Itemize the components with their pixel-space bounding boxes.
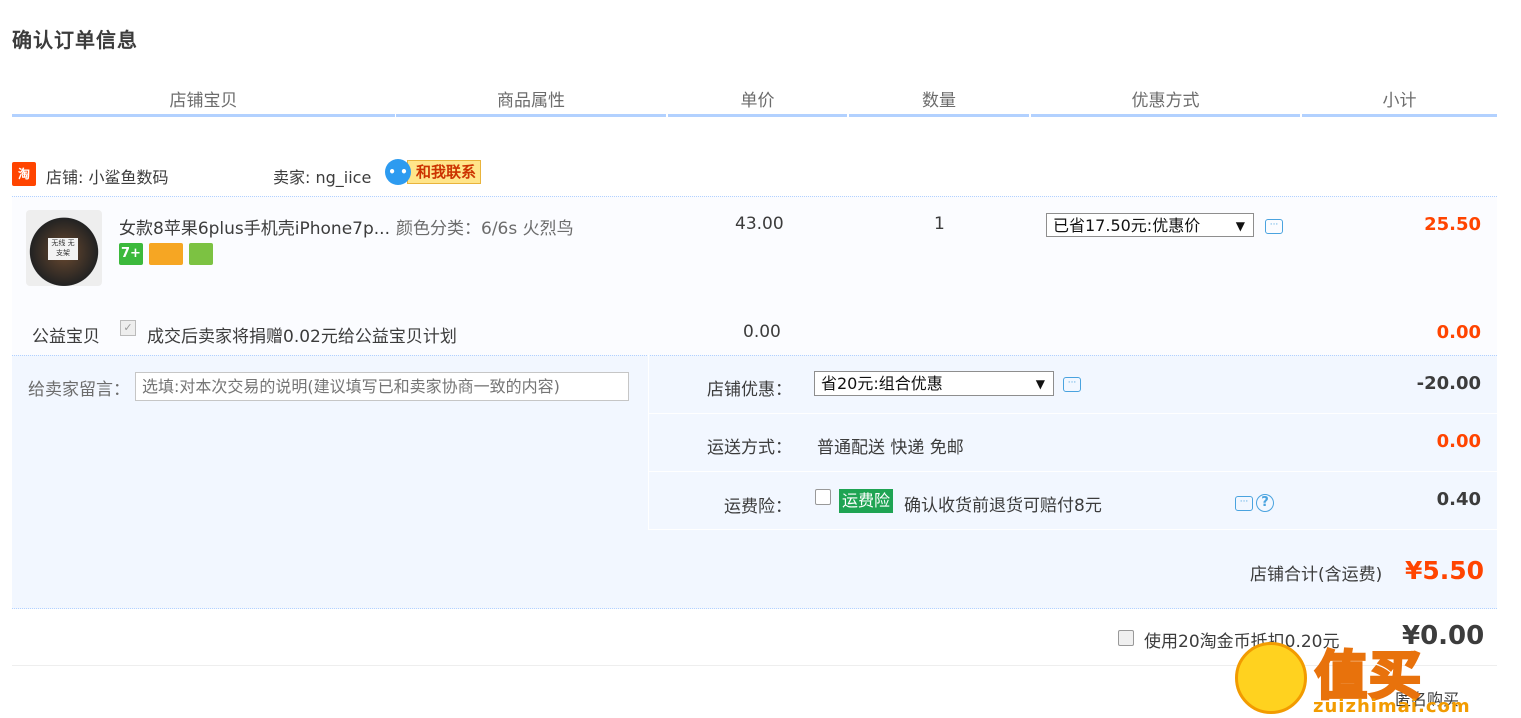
comment-icon[interactable]: ··· — [1265, 219, 1283, 234]
shop-total-value: ¥5.50 — [1405, 556, 1485, 585]
col-header-unit-price: 单价 — [740, 91, 775, 111]
charity-price: 0.00 — [743, 322, 781, 342]
item-promotion-select[interactable]: 已省17.50元:优惠价 ▼ — [1046, 213, 1254, 237]
col-divider — [668, 114, 847, 117]
product-image[interactable]: 无线 无支架 — [26, 210, 102, 286]
mascot-icon — [1235, 642, 1307, 714]
col-divider — [12, 114, 395, 117]
dropdown-arrow-icon: ▼ — [1235, 219, 1245, 233]
consumer-protection-icon[interactable] — [189, 243, 213, 265]
quantity: 1 — [934, 214, 945, 234]
insurance-tag: 运费险 — [839, 489, 894, 513]
col-header-attributes: 商品属性 — [497, 91, 565, 111]
seven-day-return-icon[interactable]: 7+ — [119, 243, 143, 265]
shipping-method: 普通配送 快递 免邮 — [817, 438, 964, 458]
contact-seller-button[interactable]: • • 和我联系 — [385, 159, 482, 185]
charity-label: 公益宝贝 — [32, 327, 100, 347]
message-label: 给卖家留言： — [28, 380, 130, 400]
credit-card-icon[interactable] — [149, 243, 183, 265]
unit-price: 43.00 — [735, 214, 784, 234]
charity-text: 成交后卖家将捐赠0.02元给公益宝贝计划 — [147, 327, 457, 347]
chat-bubble-icon: • • — [385, 159, 411, 185]
item-subtotal: 25.50 — [1424, 214, 1481, 235]
shop-discount-amount: -20.00 — [1416, 373, 1481, 394]
col-divider — [849, 114, 1029, 117]
shop-discount-label: 店铺优惠： — [707, 380, 792, 400]
comment-icon[interactable]: ··· — [1235, 496, 1253, 511]
help-icon[interactable]: ? — [1256, 494, 1274, 512]
comment-icon[interactable]: ··· — [1063, 377, 1081, 392]
watermark-url: zuizhimai.com — [1313, 696, 1471, 717]
row-divider — [649, 471, 1497, 472]
taobao-shop-icon: 淘 — [12, 162, 36, 186]
row-divider — [649, 413, 1497, 414]
col-divider — [1031, 114, 1300, 117]
shop-discount-value: 省20元:组合优惠 — [821, 374, 943, 393]
row-divider — [649, 529, 1497, 530]
col-header-shop-item: 店铺宝贝 — [169, 91, 238, 111]
col-divider — [1302, 114, 1497, 117]
col-header-quantity: 数量 — [922, 91, 956, 111]
contact-seller-label: 和我联系 — [407, 160, 482, 184]
insurance-label: 运费险： — [724, 497, 792, 517]
item-promotion-value: 已省17.50元:优惠价 — [1053, 216, 1201, 235]
col-header-subtotal: 小计 — [1382, 91, 1417, 111]
charity-checkbox[interactable]: ✓ — [120, 320, 136, 336]
product-attributes: 颜色分类：6/6s 火烈鸟 — [396, 219, 574, 239]
col-divider — [396, 114, 666, 117]
service-badges: 7+ — [119, 243, 213, 265]
message-to-seller-input[interactable] — [135, 372, 629, 401]
charity-subtotal: 0.00 — [1436, 322, 1481, 343]
watermark-logo: 值买 zuizhimai.com — [1235, 638, 1521, 718]
insurance-amount: 0.40 — [1436, 489, 1481, 510]
shop-name[interactable]: 店铺: 小鲨鱼数码 — [46, 164, 168, 188]
taobao-coins-checkbox[interactable] — [1118, 630, 1134, 646]
shipping-amount: 0.00 — [1436, 431, 1481, 452]
insurance-checkbox[interactable] — [815, 489, 831, 505]
col-header-promotion: 优惠方式 — [1131, 91, 1200, 111]
page-title: 确认订单信息 — [12, 28, 138, 52]
insurance-text: 确认收货前退货可赔付8元 — [904, 496, 1102, 516]
product-name-link[interactable]: 女款8苹果6plus手机壳iPhone7p... — [119, 214, 390, 239]
shop-discount-select[interactable]: 省20元:组合优惠 ▼ — [814, 371, 1054, 396]
section-divider — [648, 355, 649, 530]
dropdown-arrow-icon: ▼ — [1035, 377, 1045, 391]
seller-name: 卖家: ng_iice — [273, 168, 372, 187]
shop-total-label: 店铺合计(含运费) — [1250, 565, 1383, 585]
product-image-tag: 无线 无支架 — [48, 238, 78, 260]
shipping-label: 运送方式： — [707, 438, 792, 458]
